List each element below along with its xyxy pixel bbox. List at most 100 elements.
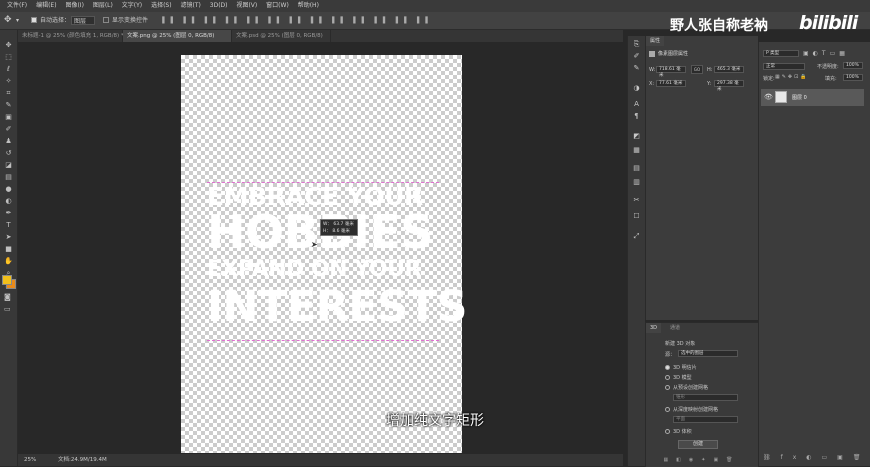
layer-kind-filter[interactable]: P 类型 xyxy=(763,50,799,57)
transform-icon[interactable]: ⤢ xyxy=(632,232,641,241)
color-icon[interactable]: ◑ xyxy=(632,84,641,93)
menu-window[interactable]: 窗口(W) xyxy=(266,2,289,9)
show-transform-checkbox[interactable] xyxy=(103,17,109,23)
align-icons[interactable]: ▐▌▐▌▐▌▐▌▐▌▐▌▐▌▐▌▐▌▐▌▐▌▐▌▐▌ xyxy=(160,12,436,29)
option-model: 3D 模型 xyxy=(673,375,692,381)
history-brush-icon[interactable]: ↺ xyxy=(4,150,13,157)
size-tooltip: W： 63.7 毫米 H： 8.6 毫米 xyxy=(320,219,358,236)
marquee-tool-icon[interactable]: ⬚ xyxy=(4,54,13,61)
zoom-level[interactable]: 25% xyxy=(24,454,36,466)
menu-filter[interactable]: 滤镜(T) xyxy=(181,2,201,9)
rectangle-tool-icon[interactable]: ■ xyxy=(4,246,13,253)
blur-tool-icon[interactable]: ● xyxy=(4,186,13,193)
y-field[interactable]: 297.38 毫米 xyxy=(714,80,744,92)
menu-help[interactable]: 帮助(H) xyxy=(298,2,319,9)
menu-3d[interactable]: 3D(D) xyxy=(210,2,228,9)
lock-label: 锁定: xyxy=(763,76,775,82)
menu-layer[interactable]: 图层(L) xyxy=(93,2,113,9)
layer-name[interactable]: 图层 0 xyxy=(792,94,807,101)
menu-type[interactable]: 文字(Y) xyxy=(122,2,142,9)
quick-mask-icon[interactable]: ◙ xyxy=(4,293,11,301)
menu-view[interactable]: 视图(V) xyxy=(236,2,257,9)
layer-row[interactable]: 👁 图层 0 xyxy=(761,89,864,106)
fill-field[interactable]: 100% xyxy=(843,74,863,81)
x-field[interactable]: 77.61 毫米 xyxy=(656,80,686,87)
width-field[interactable]: 718.61 毫米 xyxy=(656,66,686,78)
radio-postcard[interactable] xyxy=(665,365,670,370)
radio-volume[interactable] xyxy=(665,429,670,434)
type-tool-icon[interactable]: T xyxy=(4,222,13,229)
screen-mode-icon[interactable]: ▭ xyxy=(4,305,11,313)
menu-select[interactable]: 选择(S) xyxy=(151,2,172,9)
info-icon[interactable]: ☐ xyxy=(632,212,641,221)
clone-stamp-icon[interactable]: ♟ xyxy=(4,138,13,145)
foreground-color-swatch[interactable] xyxy=(2,275,12,285)
blend-mode-dropdown[interactable]: 正常 xyxy=(763,63,805,70)
hand-tool-icon[interactable]: ✋ xyxy=(4,258,13,265)
show-transform-label: 显示变换控件 xyxy=(112,17,149,24)
lasso-tool-icon[interactable]: ℓ xyxy=(4,66,13,73)
depth-dropdown[interactable]: 平面 xyxy=(673,416,738,423)
move-tool-icon[interactable]: ✥ xyxy=(4,12,12,29)
layer-actions-icons[interactable]: ⛓fx◐▭▣🗑 xyxy=(763,454,870,461)
auto-select-dropdown[interactable]: 图层 xyxy=(71,16,95,25)
healing-brush-icon[interactable]: ▣ xyxy=(4,114,13,121)
document-canvas[interactable]: EMBRACE YOUR HOBBIES EXPAND ON YOUR INTE… xyxy=(181,55,467,453)
source-dropdown[interactable]: 选中的图层 xyxy=(678,350,738,357)
y-label: Y: xyxy=(707,81,712,87)
radio-depth-mesh[interactable] xyxy=(665,407,670,412)
poster-line-3: EXPAND ON YOUR xyxy=(207,257,421,282)
auto-select-checkbox[interactable] xyxy=(31,17,37,23)
menu-bar: 文件(F) 编辑(E) 图像(I) 图层(L) 文字(Y) 选择(S) 滤镜(T… xyxy=(0,0,870,12)
w-label: W: xyxy=(649,67,656,73)
eye-icon[interactable]: 👁 xyxy=(764,93,773,101)
eyedropper-icon[interactable]: ✎ xyxy=(4,102,13,109)
dropdown-icon[interactable]: ▾ xyxy=(16,12,19,29)
radio-preset-mesh[interactable] xyxy=(665,385,670,390)
brush-settings-icon[interactable]: ✐ xyxy=(632,52,641,61)
doc-size: 文档:24.9M/19.4M xyxy=(58,457,107,463)
magic-wand-icon[interactable]: ✧ xyxy=(4,78,13,85)
pen-tool-icon[interactable]: ✒ xyxy=(4,210,13,217)
tool-presets-icon[interactable]: ✂ xyxy=(632,196,641,205)
libraries-icon[interactable]: ▥ xyxy=(632,178,641,187)
menu-file[interactable]: 文件(F) xyxy=(7,2,27,9)
paragraph-icon[interactable]: ¶ xyxy=(632,112,641,121)
character-icon[interactable]: A xyxy=(632,100,641,109)
filter-icons[interactable]: ▣◐T▭▦ xyxy=(803,50,849,57)
tab-wenan-png[interactable]: 文案.png @ 25% (图层 0, RGB/8) xyxy=(123,30,232,42)
layers-panel: P 类型 ▣◐T▭▦ 正常 不透明度: 100% 锁定: ▦✎✥⊡🔒 填充: 1… xyxy=(758,42,870,466)
auto-select-label: 自动选择： xyxy=(40,17,71,24)
tab-3d[interactable]: 3D xyxy=(646,323,662,333)
create-button[interactable]: 创建 xyxy=(678,440,718,449)
styles-icon[interactable]: ▦ xyxy=(632,146,641,155)
menu-edit[interactable]: 编辑(E) xyxy=(36,2,56,9)
link-dimensions-button[interactable]: GO xyxy=(691,65,703,74)
height-field[interactable]: 465.3 毫米 xyxy=(714,66,744,73)
menu-image[interactable]: 图像(I) xyxy=(65,2,83,9)
notes-icon[interactable]: ▤ xyxy=(632,164,641,173)
preset-dropdown[interactable]: 锥形 xyxy=(673,394,738,401)
crop-tool-icon[interactable]: ⌗ xyxy=(4,90,13,97)
collapsed-panel-bar: ⎘ ✐ ✎ ◑ A ¶ ◩ ▦ ▤ ▥ ✂ ☐ ⤢ xyxy=(627,36,645,466)
x-label: X: xyxy=(649,81,655,87)
option-preset-mesh: 从预设创建网格 xyxy=(673,385,709,391)
brush-tool-icon[interactable]: ✐ xyxy=(4,126,13,133)
tab-wenan-psd[interactable]: 文案.psd @ 25% (图层 0, RGB/8) xyxy=(232,30,331,42)
move-tool-icon[interactable]: ✥ xyxy=(4,42,13,49)
tab-properties[interactable]: 属性 xyxy=(646,36,665,46)
brushes-icon[interactable]: ✎ xyxy=(632,64,641,73)
adjustments-icon[interactable]: ◩ xyxy=(632,132,641,141)
path-select-icon[interactable]: ➤ xyxy=(4,234,13,241)
eraser-tool-icon[interactable]: ◪ xyxy=(4,162,13,169)
3d-panel-footer-icons[interactable]: ▦◧◉✦▣🗑 xyxy=(646,457,758,463)
tab-channels[interactable]: 通道 xyxy=(666,323,685,333)
radio-model[interactable] xyxy=(665,375,670,380)
history-icon[interactable]: ⎘ xyxy=(632,40,641,49)
tab-untitled[interactable]: 未标题-1 @ 25% (颜色填充 1, RGB/8) * xyxy=(18,30,124,42)
lock-icons[interactable]: ▦✎✥⊡🔒 xyxy=(775,74,809,80)
dodge-tool-icon[interactable]: ◐ xyxy=(4,198,13,205)
opacity-field[interactable]: 100% xyxy=(843,62,863,69)
gradient-tool-icon[interactable]: ▤ xyxy=(4,174,13,181)
tooltip-height: H： 8.6 毫米 xyxy=(323,229,350,234)
